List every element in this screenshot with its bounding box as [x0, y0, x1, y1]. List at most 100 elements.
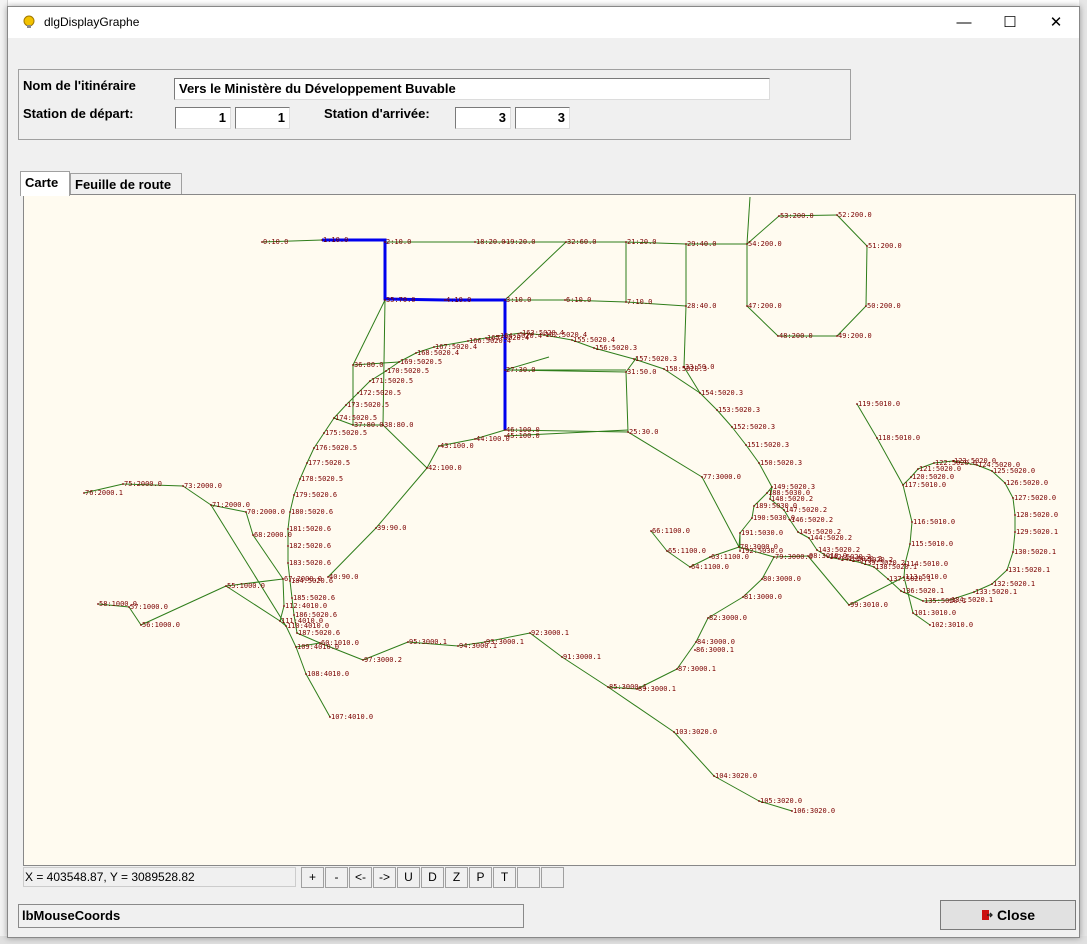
app-icon — [23, 15, 35, 28]
node-label: 71:2000.0 — [212, 501, 250, 509]
extra-button-2[interactable] — [541, 867, 564, 888]
node-label: 49:200.0 — [838, 332, 872, 340]
map-canvas[interactable]: 0:10.0 1:10.0 2:10.0 18:20.0 19:20.0 32:60.0 2… — [23, 194, 1076, 866]
graph-edge — [746, 305, 779, 337]
close-button-label: Close — [996, 907, 1036, 923]
node-label: 78:3000.0 — [740, 543, 778, 551]
node-label: 101:3010.0 — [914, 609, 956, 617]
node-label: 155:5020.4 — [573, 336, 615, 344]
pan-right-button[interactable]: -> — [373, 867, 396, 888]
departure-field-2[interactable]: 1 — [235, 107, 290, 129]
graph-map[interactable]: 0:10.0 1:10.0 2:10.0 18:20.0 19:20.0 32:60.0 2… — [24, 195, 1076, 866]
node-label: 70:2000.0 — [247, 508, 285, 516]
node-label: 50:200.0 — [867, 302, 901, 310]
node-label: 94:3000.1 — [459, 642, 497, 650]
mouse-coords-readout: X = 403548.87, Y = 3089528.82 — [23, 867, 296, 887]
node-label: 39:90.0 — [377, 524, 407, 532]
background-window-right — [1079, 0, 1087, 944]
node-label: 45:100.0 — [506, 432, 540, 440]
zoom-in-button[interactable]: + — [301, 867, 324, 888]
node-label: 173:5020.5 — [347, 401, 389, 409]
node-label: 170:5020.5 — [387, 367, 429, 375]
node-label: 169:5020.5 — [400, 358, 442, 366]
node-label: 134:5020.1 — [951, 596, 993, 604]
node-label: 129:5020.1 — [1016, 528, 1058, 536]
close-button[interactable]: Close — [940, 900, 1076, 930]
pan-down-button[interactable]: D — [421, 867, 444, 888]
node-label: 35:70.0 — [386, 296, 416, 304]
window-close-button[interactable]: ✕ — [1033, 7, 1079, 38]
graph-edge — [561, 656, 609, 688]
graph-edge — [375, 467, 428, 529]
minimize-button[interactable]: — — [941, 7, 987, 38]
pan-button[interactable]: P — [469, 867, 492, 888]
node-label: 81:3000.0 — [744, 593, 782, 601]
node-label: 120:5020.0 — [912, 473, 954, 481]
node-label: 37:80.0 — [354, 421, 384, 429]
tab-feuille-de-route[interactable]: Feuille de route — [70, 173, 182, 195]
graph-edge — [282, 578, 285, 607]
title-bar[interactable]: dlgDisplayGraphe — ☐ ✕ — [8, 7, 1079, 38]
node-label: 97:3000.2 — [364, 656, 402, 664]
node-label: 43:100.0 — [440, 442, 474, 450]
node-label: 171:5020.5 — [371, 377, 413, 385]
departure-label: Station de départ: — [23, 106, 134, 121]
node-label: 182:5020.6 — [289, 542, 331, 550]
node-label: 118:5010.0 — [878, 434, 920, 442]
node-label: 57:1000.0 — [130, 603, 168, 611]
extra-button-1[interactable] — [517, 867, 540, 888]
node-label: 106:3020.0 — [793, 807, 835, 815]
node-label: 42:100.0 — [428, 464, 462, 472]
node-label: 66:1100.0 — [652, 527, 690, 535]
node-label: 6:10.0 — [566, 296, 591, 304]
node-label: 128:5020.0 — [1016, 511, 1058, 519]
tab-carte[interactable]: Carte — [20, 171, 70, 196]
lb-mouse-coords-label: lbMouseCoords — [18, 904, 524, 928]
graph-edge — [504, 241, 567, 301]
node-label: 36:80.0 — [354, 361, 384, 369]
zoom-out-button[interactable]: - — [325, 867, 348, 888]
pan-left-button[interactable]: <- — [349, 867, 372, 888]
node-label: 151:5020.3 — [747, 441, 789, 449]
node-label: 67:2000.0 — [284, 575, 322, 583]
graph-edge — [701, 476, 740, 548]
pan-up-button[interactable]: U — [397, 867, 420, 888]
node-label: 56:1000.0 — [142, 621, 180, 629]
tool-t-button[interactable]: T — [493, 867, 516, 888]
arrival-field-1[interactable]: 3 — [455, 107, 511, 129]
node-label: 38:80.0 — [384, 421, 414, 429]
departure-field-1[interactable]: 1 — [175, 107, 231, 129]
node-label: 2:10.0 — [386, 238, 411, 246]
node-label: 177:5020.5 — [308, 459, 350, 467]
route-name-field[interactable]: Vers le Ministère du Développement Buvab… — [174, 78, 770, 100]
node-label: 136:5020.1 — [902, 587, 944, 595]
graph-edge — [295, 646, 307, 675]
node-label: 174:5020.5 — [335, 414, 377, 422]
node-label: 75:2000.0 — [124, 480, 162, 488]
route-info-group: Nom de l'itinéraire Vers le Ministère du… — [18, 69, 851, 140]
node-label: 127:5020.0 — [1014, 494, 1056, 502]
node-label: 92:3000.1 — [531, 629, 569, 637]
node-label: 51:200.0 — [868, 242, 902, 250]
node-label: 114:5010.0 — [906, 560, 948, 568]
node-label: 144:5020.2 — [810, 534, 852, 542]
node-label: 89:3000.1 — [638, 685, 676, 693]
zoom-button[interactable]: Z — [445, 867, 468, 888]
maximize-button[interactable]: ☐ — [987, 7, 1033, 38]
graph-edge — [807, 555, 850, 606]
node-labels: 0:10.0 1:10.0 2:10.0 18:20.0 19:20.0 32:60.0 2… — [83, 211, 1058, 815]
node-label: 105:3020.0 — [760, 797, 802, 805]
node-label: 175:5020.5 — [325, 429, 367, 437]
node-label: 121:5020.0 — [919, 465, 961, 473]
node-label: 40:90.0 — [329, 573, 359, 581]
node-label: 115:5010.0 — [911, 540, 953, 548]
node-label: 53:200.0 — [780, 212, 814, 220]
node-label: 130:5020.1 — [1014, 548, 1056, 556]
node-label: 180:5020.6 — [291, 508, 333, 516]
graph-edge — [352, 299, 386, 366]
exit-icon — [981, 910, 993, 920]
arrival-field-2[interactable]: 3 — [515, 107, 570, 129]
node-label: 60:1010.0 — [321, 639, 359, 647]
node-label: 54:200.0 — [748, 240, 782, 248]
graph-edge — [382, 424, 428, 469]
